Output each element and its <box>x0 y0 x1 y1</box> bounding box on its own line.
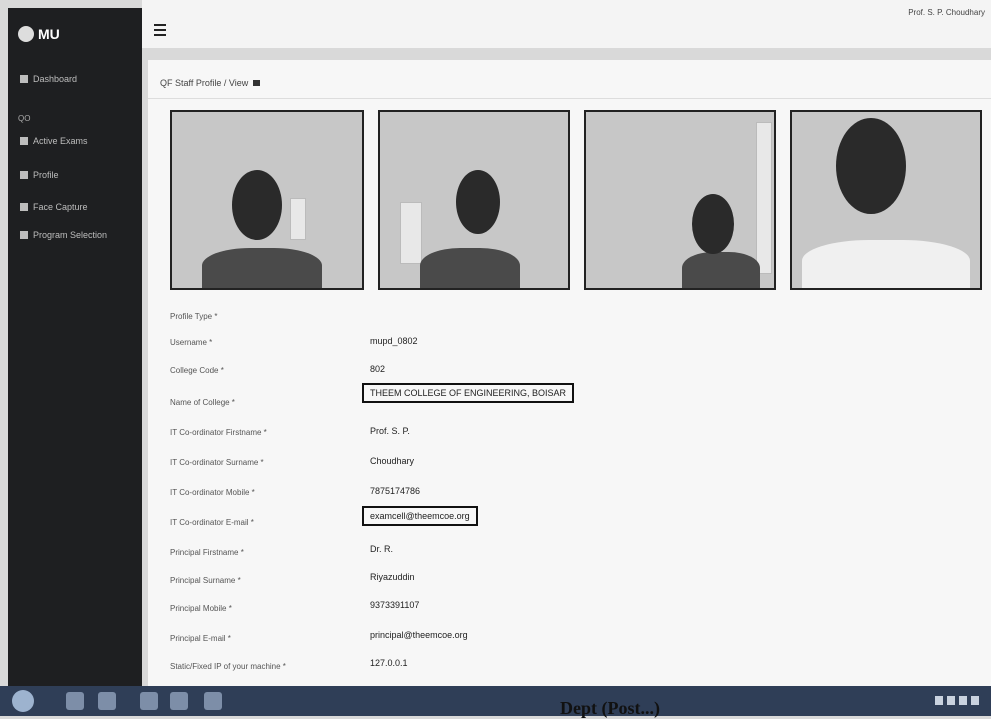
field-value-highlighted: THEEM COLLEGE OF ENGINEERING, BOISAR <box>362 383 575 403</box>
home-icon <box>20 75 28 83</box>
menu-toggle-icon[interactable] <box>154 24 166 36</box>
sidebar-item-face-capture[interactable]: Face Capture <box>20 202 88 212</box>
field-label: IT Co-ordinator E-mail * <box>170 518 254 527</box>
volume-icon[interactable] <box>947 696 955 705</box>
field-value: mupd_0802 <box>370 336 418 346</box>
field-label: IT Co-ordinator Surname * <box>170 458 264 467</box>
grid-icon <box>20 231 28 239</box>
field-value: 9373391107 <box>370 600 420 610</box>
sidebar-item-program-selection[interactable]: Program Selection <box>20 230 107 240</box>
app-icon[interactable] <box>204 692 222 710</box>
face-photo <box>378 110 570 290</box>
panel-title-label: QF Staff Profile / View <box>160 78 249 88</box>
field-label: Principal Mobile * <box>170 604 232 613</box>
field-label: Principal E-mail * <box>170 634 231 643</box>
field-label: IT Co-ordinator Firstname * <box>170 428 267 437</box>
folder-icon[interactable] <box>98 692 116 710</box>
taskbar <box>0 686 991 716</box>
field-label: Username * <box>170 338 213 347</box>
brand-logo-icon <box>18 26 34 42</box>
tray-icon[interactable] <box>959 696 967 705</box>
app-icon[interactable] <box>140 692 158 710</box>
camera-icon <box>20 203 28 211</box>
face-photo <box>170 110 364 290</box>
app-icon[interactable] <box>170 692 188 710</box>
sidebar-item-label: Dashboard <box>33 74 78 84</box>
field-value: Riyazuddin <box>370 572 415 582</box>
sidebar-section-heading: QO <box>18 114 31 123</box>
file-icon <box>20 137 28 145</box>
panel-title: QF Staff Profile / View <box>160 78 261 88</box>
divider <box>148 98 991 99</box>
tray-icon[interactable] <box>971 696 979 705</box>
browser-icon[interactable] <box>66 692 84 710</box>
sidebar-item-active-exams[interactable]: Active Exams <box>20 136 88 146</box>
field-label: College Code * <box>170 366 224 375</box>
brand[interactable]: MU <box>18 26 60 42</box>
user-menu[interactable]: Prof. S. P. Choudhary <box>908 8 985 17</box>
start-button[interactable] <box>12 690 34 712</box>
field-label: Static/Fixed IP of your machine * <box>170 662 286 671</box>
field-value: 127.0.0.1 <box>370 658 408 668</box>
brand-label: MU <box>38 26 60 42</box>
sidebar-item-label: Active Exams <box>33 136 88 146</box>
field-value: 7875174786 <box>370 486 421 496</box>
field-label: Principal Surname * <box>170 576 241 585</box>
field-label: Principal Firstname * <box>170 548 244 557</box>
profile-panel: QF Staff Profile / View Profile Type * U… <box>148 60 991 692</box>
network-icon[interactable] <box>935 696 943 705</box>
sidebar: MU Dashboard QO Active Exams Profile Fac… <box>8 8 142 686</box>
topbar: Prof. S. P. Choudhary <box>142 0 991 48</box>
sidebar-item-dashboard[interactable]: Dashboard <box>20 74 77 84</box>
face-photo <box>790 110 982 290</box>
field-label: Profile Type * <box>170 312 218 321</box>
user-icon <box>20 171 28 179</box>
sidebar-item-profile[interactable]: Profile <box>20 170 59 180</box>
camera-icon <box>253 80 261 86</box>
face-photo <box>584 110 776 290</box>
field-value: 802 <box>370 364 386 374</box>
field-value: Dr. R. <box>370 544 394 554</box>
field-value: Prof. S. P. <box>370 426 410 436</box>
field-value: principal@theemcoe.org <box>370 630 468 640</box>
sidebar-item-label: Program Selection <box>33 230 108 240</box>
field-value: Choudhary <box>370 456 415 466</box>
sidebar-item-label: Face Capture <box>33 202 88 212</box>
system-tray[interactable] <box>935 696 979 705</box>
field-label: Name of College * <box>170 398 235 407</box>
field-value-highlighted: examcell@theemcoe.org <box>362 506 478 526</box>
field-label: IT Co-ordinator Mobile * <box>170 488 255 497</box>
sidebar-item-label: Profile <box>33 170 59 180</box>
